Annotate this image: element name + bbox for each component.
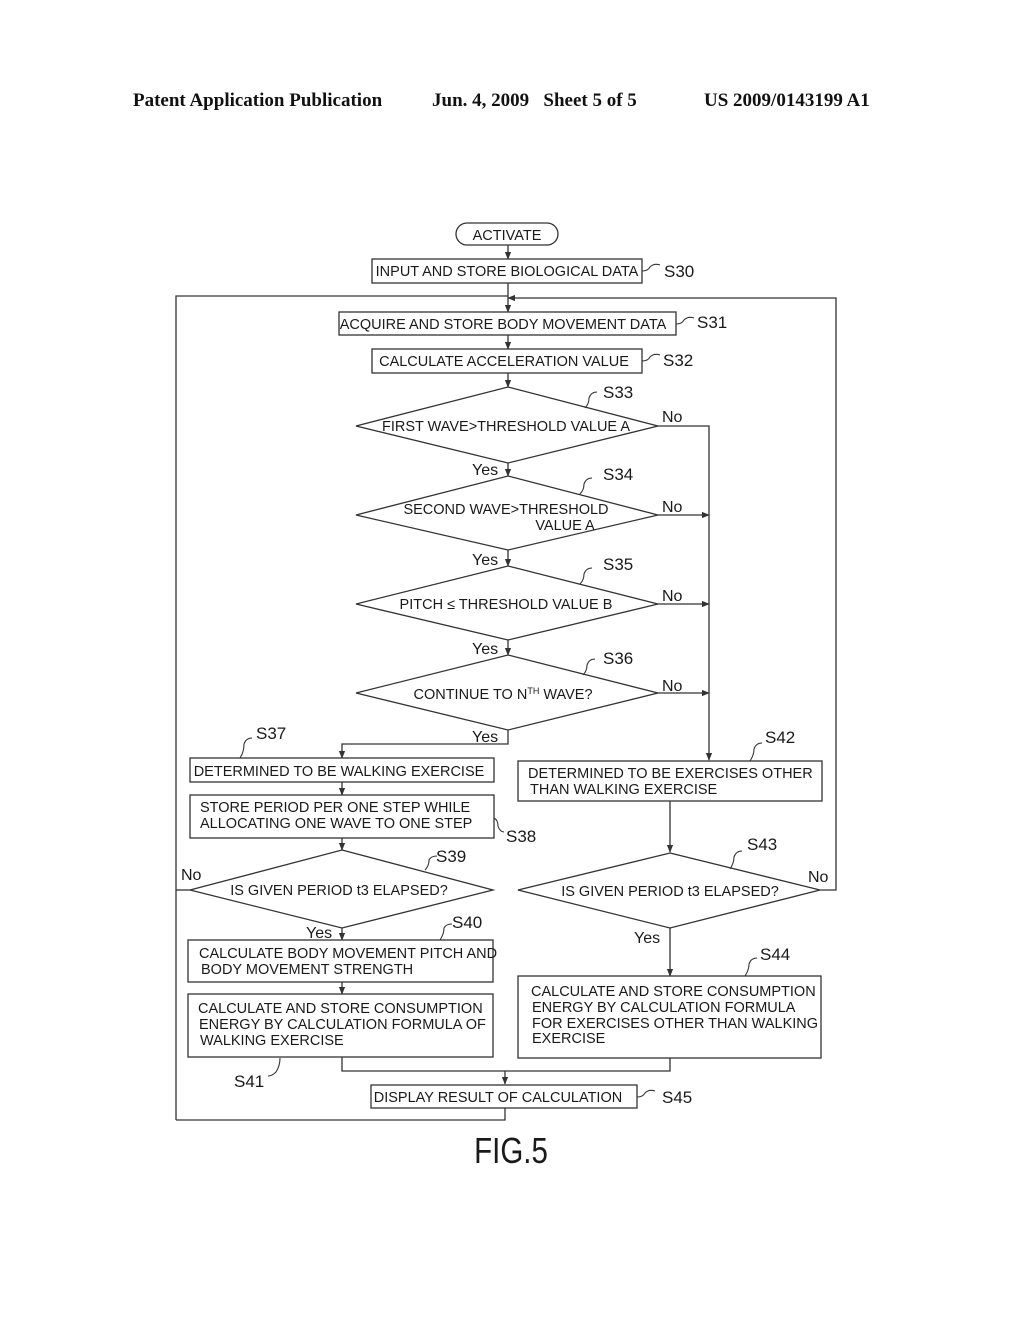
step-text: DISPLAY RESULT OF CALCULATION: [374, 1090, 622, 1106]
ref-s32: S32: [663, 351, 693, 370]
decision-text: IS GIVEN PERIOD t3 ELAPSED?: [561, 884, 779, 900]
no-label: No: [662, 409, 683, 426]
ref-s43: S43: [747, 835, 777, 854]
step-text: CALCULATE AND STORE CONSUMPTION: [198, 1001, 483, 1017]
step-text: STORE PERIOD PER ONE STEP WHILE: [200, 800, 471, 816]
ref-s44: S44: [760, 945, 790, 964]
decision-text: CONTINUE TO NTH WAVE?: [413, 686, 592, 703]
step-s44: CALCULATE AND STORE CONSUMPTION ENERGY B…: [517, 975, 822, 1059]
step-text: EXERCISE: [532, 1031, 606, 1047]
step-s38: STORE PERIOD PER ONE STEP WHILE ALLOCATI…: [189, 794, 495, 839]
yes-label: Yes: [472, 729, 498, 746]
step-s45: DISPLAY RESULT OF CALCULATION: [370, 1084, 638, 1109]
decision-text: PITCH ≤ THRESHOLD VALUE B: [400, 597, 613, 613]
step-text: ALLOCATING ONE WAVE TO ONE STEP: [200, 816, 472, 832]
step-text: CALCULATE BODY MOVEMENT PITCH AND: [199, 946, 497, 962]
flowchart: ACTIVATE INPUT AND STORE BIOLOGICAL DATA…: [175, 222, 837, 1171]
step-s42: DETERMINED TO BE EXERCISES OTHER THAN WA…: [517, 760, 823, 802]
step-s41: CALCULATE AND STORE CONSUMPTION ENERGY B…: [187, 993, 494, 1058]
step-text: FOR EXERCISES OTHER THAN WALKING: [532, 1016, 818, 1032]
ref-s41: S41: [234, 1072, 264, 1091]
start-label: ACTIVATE: [473, 228, 542, 244]
ref-s36: S36: [603, 649, 633, 668]
ref-s42: S42: [765, 728, 795, 747]
no-label: No: [662, 588, 683, 605]
ref-s39: S39: [436, 847, 466, 866]
step-text: ENERGY BY CALCULATION FORMULA OF: [199, 1017, 486, 1033]
no-label: No: [662, 499, 683, 516]
figure-label: FIG.5: [474, 1130, 548, 1170]
step-text: DETERMINED TO BE WALKING EXERCISE: [194, 764, 485, 780]
arrow-s45-loop: [176, 1108, 506, 1121]
decision-text: SECOND WAVE>THRESHOLD: [403, 502, 608, 518]
decision-text: IS GIVEN PERIOD t3 ELAPSED?: [230, 883, 448, 899]
yes-label: Yes: [634, 930, 660, 947]
step-text: THAN WALKING EXERCISE: [530, 782, 718, 798]
yes-label: Yes: [472, 462, 498, 479]
yes-label: Yes: [472, 641, 498, 658]
ref-s34: S34: [603, 465, 633, 484]
decision-s43: IS GIVEN PERIOD t3 ELAPSED?: [517, 852, 821, 929]
step-text: DETERMINED TO BE EXERCISES OTHER: [528, 766, 813, 782]
no-label: No: [181, 867, 202, 884]
step-s31: ACQUIRE AND STORE BODY MOVEMENT DATA: [338, 311, 677, 336]
ref-s40: S40: [452, 913, 482, 932]
step-text: ACQUIRE AND STORE BODY MOVEMENT DATA: [340, 317, 667, 333]
step-s32: CALCULATE ACCELERATION VALUE: [371, 348, 643, 374]
ref-s45: S45: [662, 1088, 692, 1107]
decision-text: VALUE A: [535, 518, 595, 534]
step-text: BODY MOVEMENT STRENGTH: [201, 962, 413, 978]
decision-s35: PITCH ≤ THRESHOLD VALUE B: [355, 565, 659, 641]
decision-text: FIRST WAVE>THRESHOLD VALUE A: [382, 419, 630, 435]
yes-label: Yes: [306, 925, 332, 942]
no-label: No: [662, 678, 683, 695]
step-s40: CALCULATE BODY MOVEMENT PITCH AND BODY M…: [187, 939, 497, 983]
step-text: INPUT AND STORE BIOLOGICAL DATA: [376, 264, 639, 280]
step-text: WALKING EXERCISE: [200, 1033, 344, 1049]
merge-line: [341, 1057, 671, 1072]
yes-label: Yes: [472, 552, 498, 569]
step-s30: INPUT AND STORE BIOLOGICAL DATA: [371, 258, 643, 284]
ref-s31: S31: [697, 313, 727, 332]
no-label: No: [808, 869, 829, 886]
ref-s37: S37: [256, 724, 286, 743]
ref-s35: S35: [603, 555, 633, 574]
decision-s34: SECOND WAVE>THRESHOLD VALUE A: [355, 475, 659, 551]
step-text: ENERGY BY CALCULATION FORMULA: [532, 1000, 796, 1016]
step-text: CALCULATE ACCELERATION VALUE: [379, 354, 629, 370]
ref-s33: S33: [603, 383, 633, 402]
ref-s30: S30: [664, 262, 694, 281]
step-text: CALCULATE AND STORE CONSUMPTION: [531, 984, 816, 1000]
start-node: ACTIVATE: [455, 222, 559, 246]
step-s37: DETERMINED TO BE WALKING EXERCISE: [189, 757, 495, 783]
ref-s38: S38: [506, 827, 536, 846]
